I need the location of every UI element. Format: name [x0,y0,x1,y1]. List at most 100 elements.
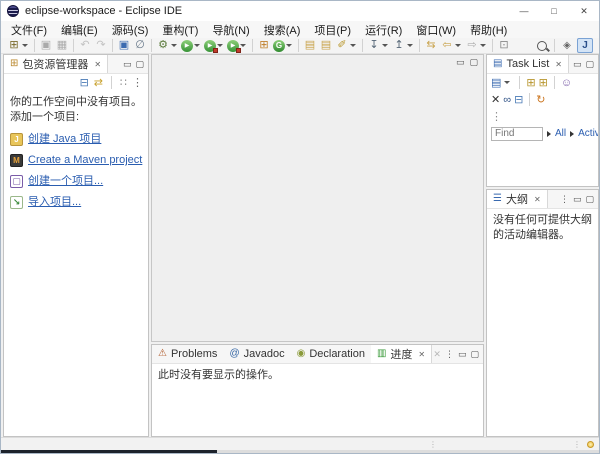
maximize-panel-icon[interactable]: ▢ [585,60,594,69]
last-edit-location-icon[interactable]: ⇆ [424,38,438,53]
collapse-all-icon[interactable]: ⊟ [80,76,89,89]
tab-outline[interactable]: ☰ 大纲 ✕ [487,190,548,208]
menu-project[interactable]: 项目(P) [307,22,358,38]
search-icon[interactable] [537,41,547,51]
run-last-tool-icon[interactable]: ▶ [227,40,239,52]
back-icon[interactable]: ⇦ [440,38,454,53]
maximize-panel-icon[interactable]: ▢ [470,350,479,359]
next-annotation-icon[interactable]: ↧ [367,38,381,53]
debug-icon[interactable]: ⚙ [156,38,170,53]
filter-all-link[interactable]: All [555,128,566,139]
editor-area[interactable]: ▭ ▢ [151,54,484,342]
remove-terminated-icon[interactable]: ✕ [433,350,441,359]
tab-progress[interactable]: ▥ 进度 ✕ [371,345,432,363]
tab-declaration[interactable]: ◉ Declaration [291,345,371,363]
menu-file[interactable]: 文件(F) [4,22,54,38]
link-create-maven-project[interactable]: Create a Maven project [28,153,142,168]
maximize-panel-icon[interactable]: ▢ [469,58,478,67]
save-all-icon[interactable]: ▦ [55,38,69,53]
synchronize-icon[interactable]: ↻ [536,93,545,106]
menu-source[interactable]: 源码(S) [105,22,156,38]
open-element-icon[interactable]: ▣ [117,38,131,53]
minimize-panel-icon[interactable]: ▭ [573,60,582,69]
lightbulb-icon[interactable] [587,441,594,448]
expand-activate-filter-icon[interactable] [570,131,574,137]
prev-annotation-dropdown-icon[interactable] [407,44,413,47]
link-create-java-project[interactable]: 创建 Java 项目 [28,132,101,147]
minimize-panel-icon[interactable]: ▭ [123,60,132,69]
minimize-panel-icon[interactable]: ▭ [458,350,467,359]
open-type-icon[interactable]: ▤ [303,38,317,53]
overflow-icon[interactable]: ⋮ [491,110,502,123]
expand-all-filter-icon[interactable] [547,131,551,137]
open-resource-icon[interactable]: ▤ [319,38,333,53]
save-icon[interactable]: ▣ [39,38,53,53]
menu-help[interactable]: 帮助(H) [463,22,514,38]
undo-icon[interactable]: ↶ [78,38,92,53]
tab-task-list[interactable]: ▤ Task List ✕ [487,55,569,73]
close-icon[interactable]: ✕ [555,60,562,69]
new-wizard-dropdown-icon[interactable] [22,44,28,47]
maximize-button[interactable]: □ [539,1,569,21]
menu-search[interactable]: 搜索(A) [257,22,308,38]
titlebar: eclipse-workspace - Eclipse IDE — □ ✕ [1,1,599,21]
debug-dropdown-icon[interactable] [171,44,177,47]
minimize-panel-icon[interactable]: ▭ [573,195,582,204]
tab-package-explorer[interactable]: ⊞ 包资源管理器 ✕ [4,55,108,73]
close-button[interactable]: ✕ [569,1,599,21]
close-icon[interactable]: ✕ [94,60,101,69]
menu-window[interactable]: 窗口(W) [409,22,463,38]
menu-navigate[interactable]: 导航(N) [205,22,256,38]
new-task-dropdown-icon[interactable] [504,81,510,84]
java-perspective-button[interactable]: J [577,38,593,53]
new-java-project-icon[interactable]: ⊞ [257,38,271,53]
minimize-panel-icon[interactable]: ▭ [456,58,465,67]
view-menu-icon[interactable]: ⋮ [560,195,569,204]
hide-completed-icon[interactable]: ✕ [491,93,500,106]
prev-annotation-icon[interactable]: ↥ [392,38,406,53]
forward-dropdown-icon[interactable] [480,44,486,47]
person-icon[interactable]: ☺ [561,77,572,89]
menu-run[interactable]: 运行(R) [358,22,409,38]
collapse-tasks-icon[interactable]: ⊟ [514,93,523,106]
link-import-projects[interactable]: 导入项目... [28,195,81,210]
coverage-dropdown-icon[interactable] [286,44,292,47]
scheduled-view-icon[interactable]: ⊞ [539,76,548,89]
run-external-tools-icon[interactable]: ▶ [204,40,216,52]
link-create-project[interactable]: 创建一个项目... [28,174,103,189]
forward-icon[interactable]: ⇨ [465,38,479,53]
find-input[interactable] [491,127,543,141]
maximize-panel-icon[interactable]: ▢ [585,195,594,204]
open-perspective-icon[interactable]: ◈ [559,38,575,53]
coverage-icon[interactable]: G [273,40,285,52]
maximize-panel-icon[interactable]: ▢ [135,60,144,69]
search-flashlight-icon[interactable]: ✐ [335,38,349,53]
menu-refactor[interactable]: 重构(T) [155,22,205,38]
find-tasks-icon[interactable]: ∞ [503,94,511,106]
focus-on-task-icon[interactable]: ∷ [120,76,127,89]
skip-breakpoints-icon[interactable]: ∅ [133,38,147,53]
menu-edit[interactable]: 编辑(E) [54,22,105,38]
tab-problems[interactable]: ⚠ Problems [152,345,223,363]
next-annotation-dropdown-icon[interactable] [382,44,388,47]
redo-icon[interactable]: ↷ [94,38,108,53]
view-menu-icon[interactable]: ⋮ [132,76,143,89]
minimize-button[interactable]: — [509,1,539,21]
outline-icon: ☰ [493,194,502,204]
new-task-icon[interactable]: ▤ [491,76,501,89]
statusbar-drag-handle-icon[interactable]: ⋮ [429,440,437,449]
flashlight-dropdown-icon[interactable] [350,44,356,47]
tab-javadoc[interactable]: @ Javadoc [223,345,290,363]
run-icon[interactable]: ▶ [181,40,193,52]
close-icon[interactable]: ✕ [534,195,541,204]
back-dropdown-icon[interactable] [455,44,461,47]
view-menu-icon[interactable]: ⋮ [445,350,454,359]
pin-editor-icon[interactable]: ⊡ [497,38,511,53]
statusbar-overflow-icon[interactable]: ⋮ [573,440,581,449]
filter-activate-link[interactable]: Activ... [578,128,599,139]
link-with-editor-icon[interactable]: ⇄ [94,76,103,89]
new-wizard-icon[interactable]: ⊞ [7,38,21,53]
run-dropdown-icon[interactable] [194,44,200,47]
categorized-view-icon[interactable]: ⊞ [526,76,535,89]
close-icon[interactable]: ✕ [418,350,425,359]
